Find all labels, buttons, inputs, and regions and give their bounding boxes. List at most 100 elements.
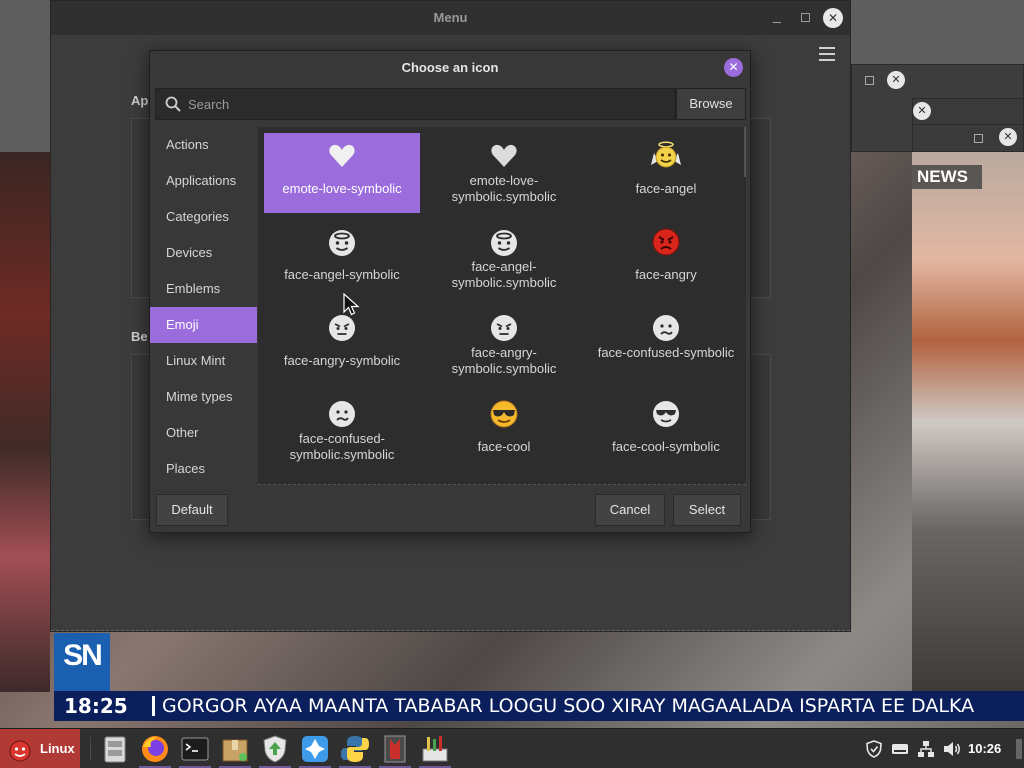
icon-grid: emote-love-symbolic emote-love-symbolic.… bbox=[258, 127, 746, 485]
icon-label: face-angry-symbolic.symbolic bbox=[451, 345, 557, 376]
video-scene-left bbox=[0, 152, 50, 692]
mouse-pointer-icon bbox=[343, 293, 360, 316]
firefox-icon[interactable] bbox=[139, 733, 171, 765]
search-box bbox=[155, 88, 676, 120]
icon-label: face-angry-symbolic bbox=[283, 353, 401, 368]
face-angry-icon bbox=[652, 228, 680, 256]
shield-icon[interactable] bbox=[864, 739, 884, 759]
devil-face-icon bbox=[9, 738, 31, 762]
channel-logo: SN bbox=[54, 633, 110, 691]
start-label: Linux bbox=[40, 741, 75, 756]
news-tag: NEWS bbox=[912, 165, 982, 189]
face-cool-symbolic-icon bbox=[653, 401, 679, 427]
window-title: Menu bbox=[433, 10, 468, 25]
close-icon[interactable]: ✕ bbox=[724, 58, 743, 77]
icon-cell[interactable]: face-angry-symbolic.symbolic bbox=[426, 305, 582, 385]
clock[interactable]: 10:26 bbox=[968, 741, 1001, 756]
icon-cell[interactable]: emote-love-symbolic bbox=[264, 133, 420, 213]
section-heading: Be bbox=[131, 329, 148, 344]
face-cool-icon bbox=[490, 400, 518, 428]
maximize-icon[interactable] bbox=[974, 134, 983, 143]
face-angry-symbolic-icon bbox=[329, 315, 355, 341]
face-confused-symbolic-icon bbox=[329, 401, 355, 427]
news-ticker: 18:25 GORGOR AYAA MAANTA TABABAR LOOGU S… bbox=[54, 691, 1024, 721]
file-manager-icon[interactable] bbox=[99, 733, 131, 765]
icon-cell[interactable]: face-confused-symbolic bbox=[588, 305, 744, 385]
icon-cell[interactable]: emote-love-symbolic.symbolic bbox=[426, 133, 582, 213]
sidebar-item-linux-mint[interactable]: Linux Mint bbox=[150, 343, 257, 379]
sidebar-item-applications[interactable]: Applications bbox=[150, 163, 257, 199]
sidebar-item-devices[interactable]: Devices bbox=[150, 235, 257, 271]
close-icon[interactable]: ✕ bbox=[913, 102, 931, 120]
browse-button[interactable]: Browse bbox=[676, 88, 746, 120]
divider bbox=[51, 630, 850, 631]
icon-label: emote-love-symbolic bbox=[282, 181, 402, 196]
video-scene-right bbox=[912, 152, 1024, 692]
taskbar: Linux 10:26 bbox=[0, 728, 1024, 768]
tools-icon[interactable] bbox=[419, 733, 451, 765]
sidebar-item-categories[interactable]: Categories bbox=[150, 199, 257, 235]
dialog-title: Choose an icon bbox=[401, 60, 499, 75]
section-heading: Ap bbox=[131, 93, 149, 108]
wardrobe-icon[interactable] bbox=[379, 733, 411, 765]
scrollbar[interactable] bbox=[744, 127, 746, 177]
icon-cell[interactable]: face-angel-symbolic bbox=[264, 219, 420, 299]
sidebar-item-actions[interactable]: Actions bbox=[150, 127, 257, 163]
icon-label: face-confused-symbolic bbox=[597, 345, 735, 360]
divider bbox=[258, 484, 746, 485]
volume-icon[interactable] bbox=[942, 739, 962, 759]
icon-label: emote-love-symbolic.symbolic bbox=[451, 173, 557, 204]
icon-cell[interactable]: face-angry bbox=[588, 219, 744, 299]
sidebar-item-other[interactable]: Other bbox=[150, 415, 257, 451]
sidebar-item-emoji[interactable]: Emoji bbox=[150, 307, 257, 343]
icon-cell[interactable]: face-confused-symbolic.symbolic bbox=[264, 391, 420, 471]
icon-cell[interactable]: face-angry-symbolic bbox=[264, 305, 420, 385]
minimize-icon[interactable]: _ bbox=[773, 8, 783, 22]
python-icon[interactable] bbox=[339, 733, 371, 765]
app-icon[interactable] bbox=[299, 733, 331, 765]
category-sidebar: Actions Applications Categories Devices … bbox=[150, 127, 257, 485]
icon-cell[interactable]: face-cool bbox=[426, 391, 582, 471]
divider bbox=[90, 737, 91, 761]
terminal-icon[interactable] bbox=[179, 733, 211, 765]
icon-label: face-angel-symbolic.symbolic bbox=[451, 259, 557, 290]
sidebar-item-places[interactable]: Places bbox=[150, 451, 257, 487]
ticker-separator bbox=[152, 696, 155, 716]
cancel-button[interactable]: Cancel bbox=[595, 494, 665, 526]
face-angry-symbolic-icon bbox=[491, 315, 517, 341]
select-button[interactable]: Select bbox=[673, 494, 741, 526]
background-window: ✕ bbox=[912, 124, 1024, 152]
close-icon[interactable]: ✕ bbox=[999, 128, 1017, 146]
hamburger-menu-icon[interactable] bbox=[819, 47, 835, 61]
default-button[interactable]: Default bbox=[156, 494, 228, 526]
ticker-text: GORGOR AYAA MAANTA TABABAR LOOGU SOO XIR… bbox=[162, 695, 975, 717]
heart-icon bbox=[491, 144, 517, 167]
ticker-time: 18:25 bbox=[64, 694, 128, 718]
icon-label: face-cool bbox=[477, 439, 531, 454]
icon-label: face-angel-symbolic bbox=[284, 267, 400, 282]
close-icon[interactable]: ✕ bbox=[887, 71, 905, 89]
show-desktop-button[interactable] bbox=[1016, 739, 1022, 759]
icon-label: face-confused-symbolic.symbolic bbox=[289, 431, 395, 462]
icon-label: face-cool-symbolic bbox=[612, 439, 720, 454]
maximize-icon[interactable] bbox=[801, 13, 810, 22]
search-input[interactable] bbox=[188, 89, 668, 119]
archive-manager-icon[interactable] bbox=[219, 733, 251, 765]
keyboard-icon[interactable] bbox=[890, 739, 910, 759]
icon-cell[interactable]: face-cool-symbolic bbox=[588, 391, 744, 471]
sidebar-item-mime-types[interactable]: Mime types bbox=[150, 379, 257, 415]
network-icon[interactable] bbox=[916, 739, 936, 759]
maximize-icon[interactable] bbox=[865, 76, 874, 85]
sidebar-item-emblems[interactable]: Emblems bbox=[150, 271, 257, 307]
face-angel-icon bbox=[651, 141, 681, 168]
face-confused-symbolic-icon bbox=[653, 315, 679, 341]
menu-titlebar[interactable]: Menu _ ✕ bbox=[51, 1, 850, 35]
update-manager-icon[interactable] bbox=[259, 733, 291, 765]
heart-icon bbox=[329, 144, 355, 167]
choose-icon-dialog: Choose an icon ✕ Browse Actions Applicat… bbox=[149, 50, 751, 533]
icon-label: face-angry bbox=[635, 267, 697, 282]
icon-cell[interactable]: face-angel bbox=[588, 133, 744, 213]
icon-cell[interactable]: face-angel-symbolic.symbolic bbox=[426, 219, 582, 299]
close-icon[interactable]: ✕ bbox=[823, 8, 843, 28]
start-menu-button[interactable]: Linux bbox=[0, 729, 80, 768]
